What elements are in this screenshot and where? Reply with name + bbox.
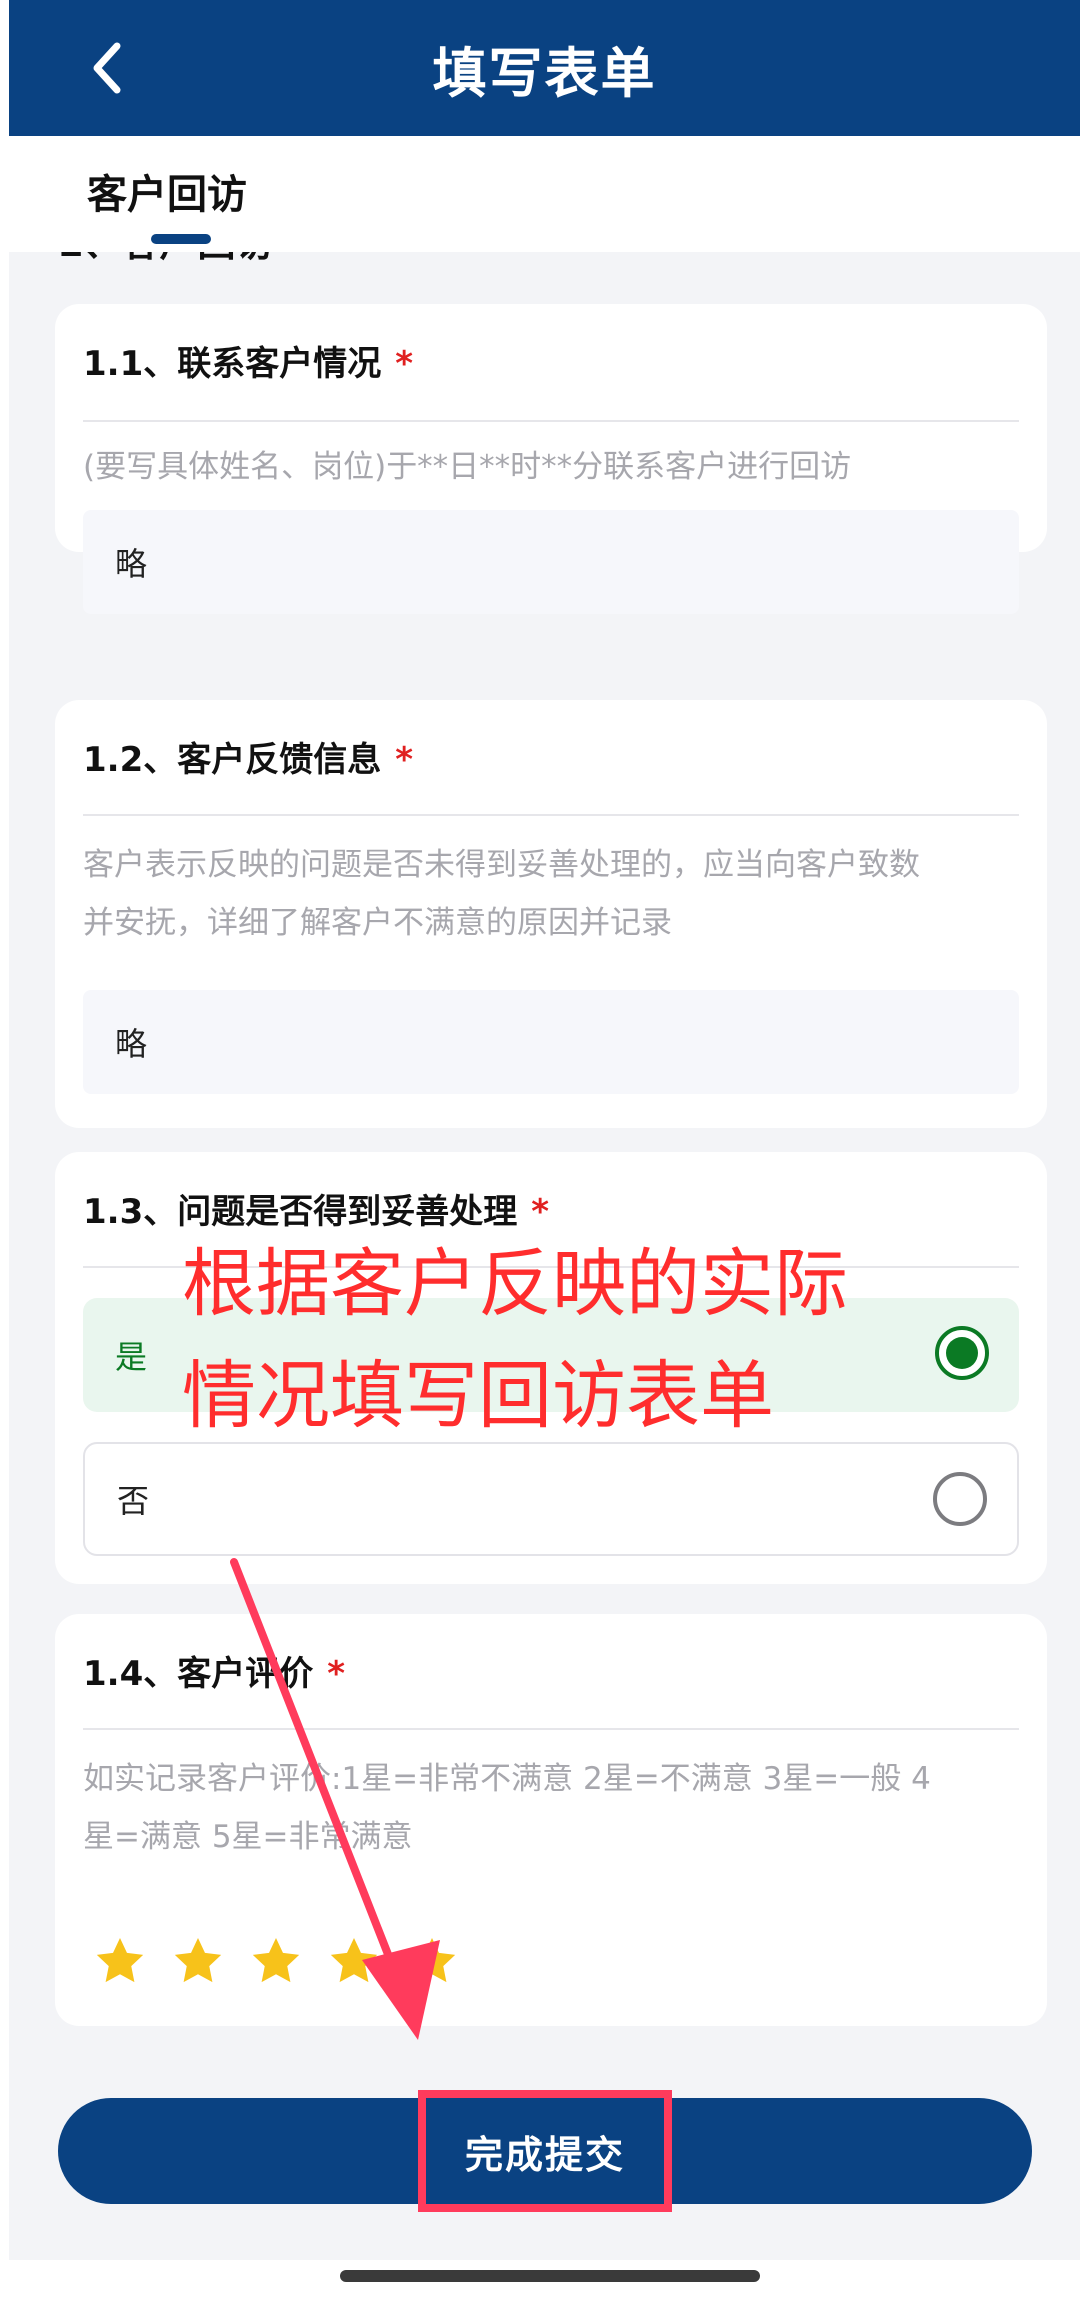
page-title: 填写表单 bbox=[432, 41, 657, 105]
star-icon[interactable] bbox=[327, 1934, 381, 1988]
question-card-1: 1.1、联系客户情况 * (要写具体姓名、岗位)于**日**时**分联系客户进行回… bbox=[55, 304, 1047, 614]
star-icon[interactable] bbox=[171, 1934, 225, 1988]
divider bbox=[83, 1728, 1019, 1730]
question-card-2: 1.2、客户反馈信息 * 客户表示反映的问题是否未得到妥善处理的，应当向客户致数 … bbox=[55, 700, 1047, 1128]
question-title: 1.3、问题是否得到妥善处理 * bbox=[83, 1184, 549, 1233]
question-title-text: 1.2、客户反馈信息 bbox=[83, 740, 382, 780]
annotation-text: 根据客户反映的实际 情况填写回访表单 bbox=[182, 1228, 848, 1452]
section-title: 1、客户回访 bbox=[57, 252, 273, 267]
required-marker: * bbox=[395, 740, 414, 780]
question-title: 1.4、客户评价 * bbox=[83, 1646, 345, 1695]
tab-bar: 客户回访 bbox=[9, 136, 1080, 252]
divider bbox=[83, 420, 1019, 422]
chevron-left-icon[interactable] bbox=[81, 38, 131, 98]
option-label: 否 bbox=[117, 1482, 150, 1520]
question-title-text: 1.3、问题是否得到妥善处理 bbox=[83, 1192, 518, 1232]
question-hint: 如实记录客户评价:1星=非常不满意 2星=不满意 3星=一般 4 星=满意 5星… bbox=[83, 1750, 1019, 1866]
annotation-line: 根据客户反映的实际 bbox=[182, 1242, 848, 1325]
question-hint-line: 星=满意 5星=非常满意 bbox=[83, 1819, 413, 1855]
question-title-text: 1.4、客户评价 bbox=[83, 1654, 314, 1694]
question-hint: 客户表示反映的问题是否未得到妥善处理的，应当向客户致数 并安抚，详细了解客户不满… bbox=[83, 836, 1019, 952]
answer-input[interactable]: 略 bbox=[83, 990, 1019, 1094]
star-icon[interactable] bbox=[405, 1934, 459, 1988]
option-label: 是 bbox=[115, 1338, 148, 1376]
home-indicator bbox=[340, 2270, 760, 2282]
app-header: 填写表单 bbox=[9, 0, 1080, 136]
star-rating[interactable] bbox=[93, 1934, 459, 1988]
question-title: 1.1、联系客户情况 * bbox=[83, 336, 413, 385]
question-hint-line: 客户表示反映的问题是否未得到妥善处理的，应当向客户致数 bbox=[83, 847, 920, 883]
question-card-4: 1.4、客户评价 * 如实记录客户评价:1星=非常不满意 2星=不满意 3星=一般… bbox=[55, 1614, 1047, 2026]
question-hint: (要写具体姓名、岗位)于**日**时**分联系客户进行回访 bbox=[83, 449, 852, 485]
radio-selected-icon[interactable] bbox=[935, 1326, 989, 1380]
required-marker: * bbox=[531, 1192, 550, 1232]
divider bbox=[83, 814, 1019, 816]
star-icon[interactable] bbox=[93, 1934, 147, 1988]
question-hint-line: 并安抚，详细了解客户不满意的原因并记录 bbox=[83, 905, 672, 941]
annotation-line: 情况填写回访表单 bbox=[182, 1354, 774, 1437]
required-marker: * bbox=[395, 344, 414, 384]
star-icon[interactable] bbox=[249, 1934, 303, 1988]
submit-button[interactable]: 完成提交 bbox=[58, 2098, 1032, 2204]
required-marker: * bbox=[327, 1654, 346, 1694]
question-hint-line: 如实记录客户评价:1星=非常不满意 2星=不满意 3星=一般 4 bbox=[83, 1761, 931, 1797]
question-title-text: 1.1、联系客户情况 bbox=[83, 344, 382, 384]
tab-customer-visit[interactable]: 客户回访 bbox=[87, 162, 247, 220]
option-no[interactable]: 否 bbox=[83, 1442, 1019, 1556]
question-title: 1.2、客户反馈信息 * bbox=[83, 732, 413, 781]
answer-input[interactable]: 略 bbox=[83, 510, 1019, 614]
active-tab-indicator bbox=[151, 234, 211, 244]
radio-unselected-icon[interactable] bbox=[933, 1472, 987, 1526]
